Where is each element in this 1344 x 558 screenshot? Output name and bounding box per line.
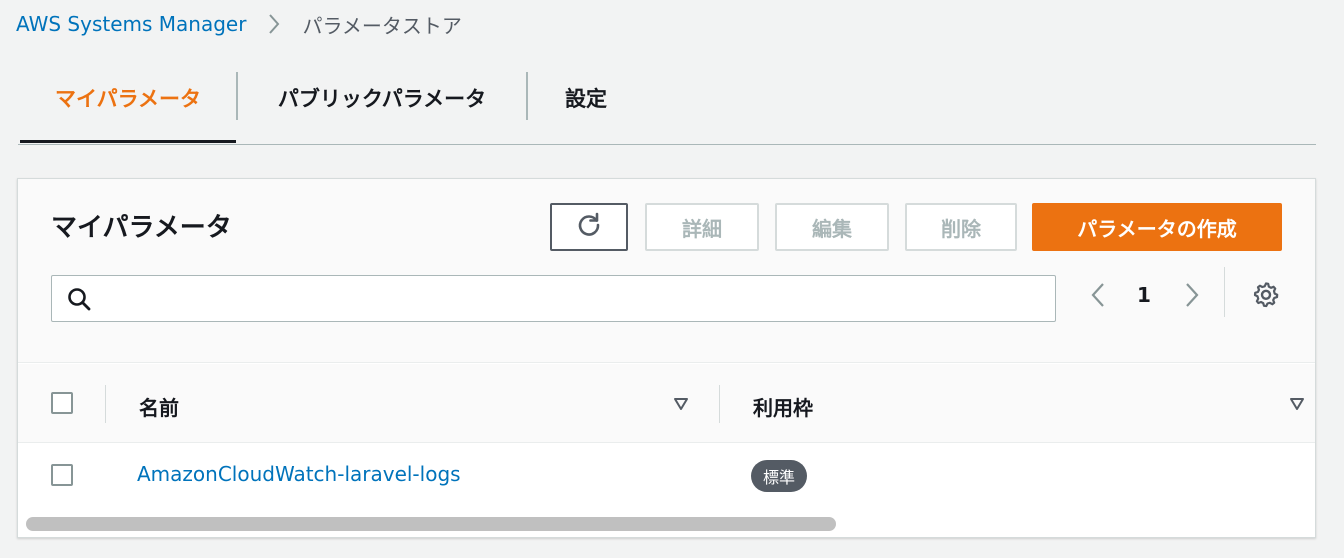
pagination-divider bbox=[1224, 267, 1225, 317]
next-page-button[interactable] bbox=[1178, 275, 1206, 315]
details-button[interactable]: 詳細 bbox=[645, 203, 759, 251]
panel-header: マイパラメータ 詳細 編集 削除 パラメータの作成 1 bbox=[18, 179, 1315, 363]
page: AWS Systems Manager パラメータストア マイパラメータ パブリ… bbox=[0, 0, 1344, 558]
gear-icon bbox=[1253, 282, 1279, 308]
horizontal-scrollbar[interactable] bbox=[18, 512, 1315, 531]
tab-bar: マイパラメータ パブリックパラメータ 設定 bbox=[18, 52, 1316, 145]
table-header: 名前 利用枠 bbox=[18, 364, 1315, 443]
chevron-right-icon bbox=[1186, 283, 1199, 307]
tab-public-parameters[interactable]: パブリックパラメータ bbox=[238, 52, 526, 144]
tab-my-parameters[interactable]: マイパラメータ bbox=[20, 52, 236, 144]
delete-button[interactable]: 削除 bbox=[905, 203, 1017, 251]
tier-badge: 標準 bbox=[751, 460, 808, 492]
breadcrumb-root-link[interactable]: AWS Systems Manager bbox=[16, 12, 246, 36]
parameter-name-link[interactable]: AmazonCloudWatch-laravel-logs bbox=[137, 462, 461, 486]
breadcrumb-current: パラメータストア bbox=[302, 13, 462, 38]
column-header-name[interactable]: 名前 bbox=[139, 392, 179, 421]
refresh-button[interactable] bbox=[550, 203, 628, 251]
chevron-right-icon bbox=[260, 10, 288, 38]
refresh-icon bbox=[575, 211, 603, 244]
scrollbar-thumb[interactable] bbox=[26, 517, 836, 531]
select-all-checkbox[interactable] bbox=[51, 392, 73, 414]
active-tab-indicator bbox=[20, 140, 236, 143]
column-divider bbox=[105, 385, 106, 423]
breadcrumb: AWS Systems Manager パラメータストア bbox=[16, 10, 462, 38]
edit-button[interactable]: 編集 bbox=[775, 203, 889, 251]
panel-title: マイパラメータ bbox=[51, 213, 232, 243]
table-row: AmazonCloudWatch-laravel-logs 標準 bbox=[18, 444, 1315, 506]
column-header-tier[interactable]: 利用枠 bbox=[753, 392, 813, 421]
search-input[interactable] bbox=[104, 278, 1055, 319]
sort-name-icon[interactable] bbox=[672, 395, 690, 413]
create-parameter-button[interactable]: パラメータの作成 bbox=[1032, 203, 1282, 251]
sort-tier-icon[interactable] bbox=[1288, 395, 1306, 413]
column-divider bbox=[719, 385, 720, 423]
previous-page-button[interactable] bbox=[1084, 275, 1112, 315]
row-select-checkbox[interactable] bbox=[51, 464, 73, 486]
search-icon bbox=[66, 284, 96, 314]
table-settings-button[interactable] bbox=[1249, 277, 1283, 311]
chevron-left-icon bbox=[1091, 283, 1104, 307]
parameters-panel: マイパラメータ 詳細 編集 削除 パラメータの作成 1 名前 利用枠 Amazo… bbox=[17, 178, 1316, 538]
search-box bbox=[51, 275, 1056, 322]
tab-settings[interactable]: 設定 bbox=[528, 52, 644, 144]
current-page-number[interactable]: 1 bbox=[1130, 275, 1158, 315]
